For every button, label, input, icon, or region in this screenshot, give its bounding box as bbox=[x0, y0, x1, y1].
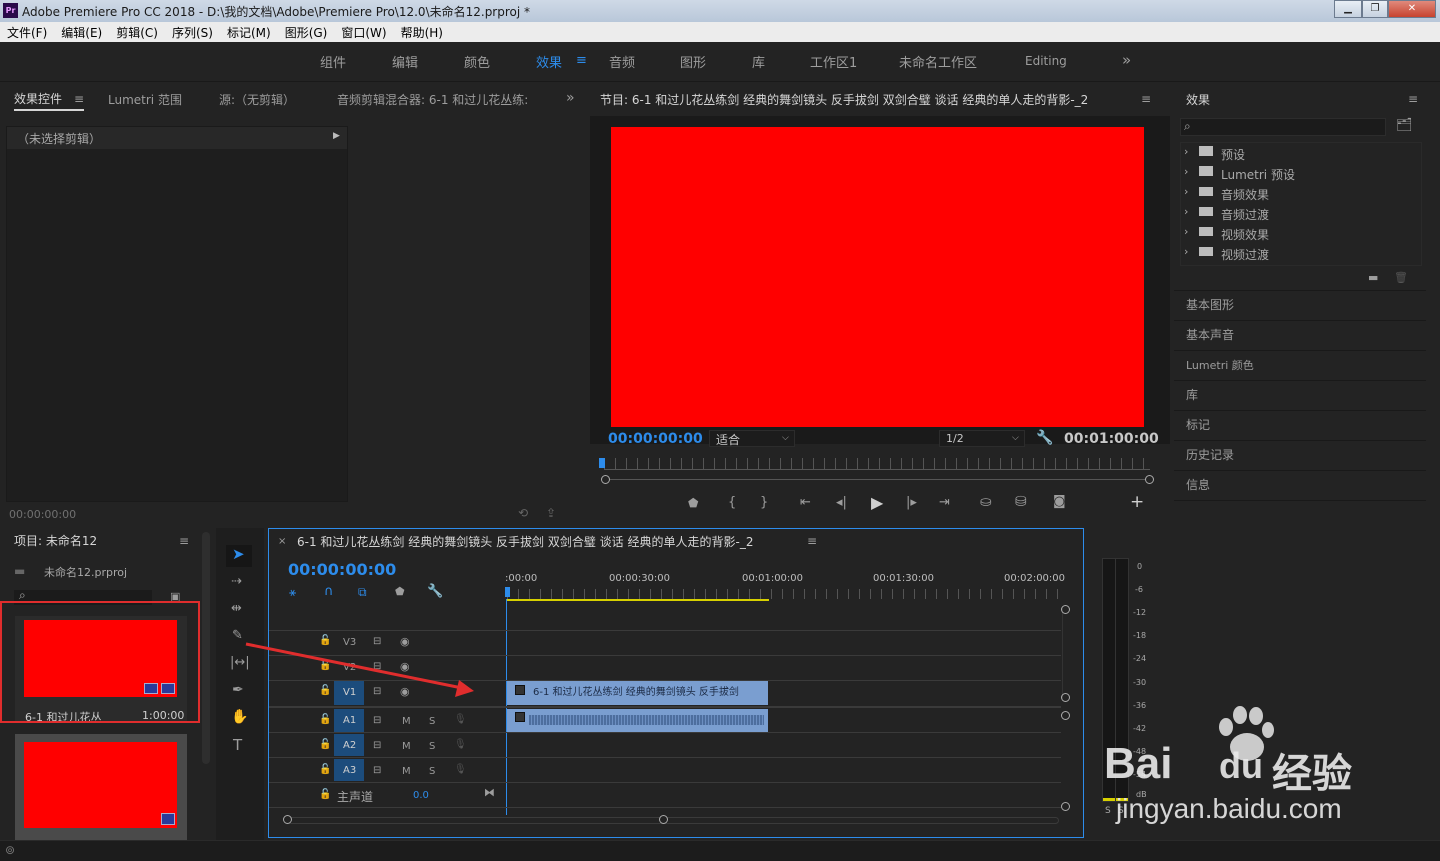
peak-indicator bbox=[1116, 798, 1128, 801]
meter-tick: -42 bbox=[1133, 724, 1147, 733]
status-icon: ⊚ bbox=[5, 843, 16, 857]
meter-tick: -18 bbox=[1133, 631, 1147, 640]
meter-tick: -36 bbox=[1133, 701, 1147, 710]
meter-tick: -24 bbox=[1133, 654, 1147, 663]
meter-tick: -12 bbox=[1133, 608, 1147, 617]
solo-left-button[interactable]: S bbox=[1105, 806, 1111, 816]
meter-tick: -6 bbox=[1135, 585, 1143, 594]
meter-tick: -48 bbox=[1133, 747, 1147, 756]
peak-indicator bbox=[1103, 798, 1115, 801]
status-bar: ⊚ bbox=[0, 840, 1440, 861]
meter-tick: 0 bbox=[1137, 562, 1143, 571]
audio-meter-panel: 0 -6 -12 -18 -24 -30 -36 -42 -48 -54 dB … bbox=[1088, 528, 1170, 840]
meter-unit: dB bbox=[1136, 790, 1147, 799]
annotation-arrow bbox=[245, 642, 474, 697]
meter-tick: -54 bbox=[1133, 770, 1147, 779]
meter-tick: -30 bbox=[1133, 678, 1147, 687]
solo-right-button[interactable]: S bbox=[1118, 806, 1124, 816]
